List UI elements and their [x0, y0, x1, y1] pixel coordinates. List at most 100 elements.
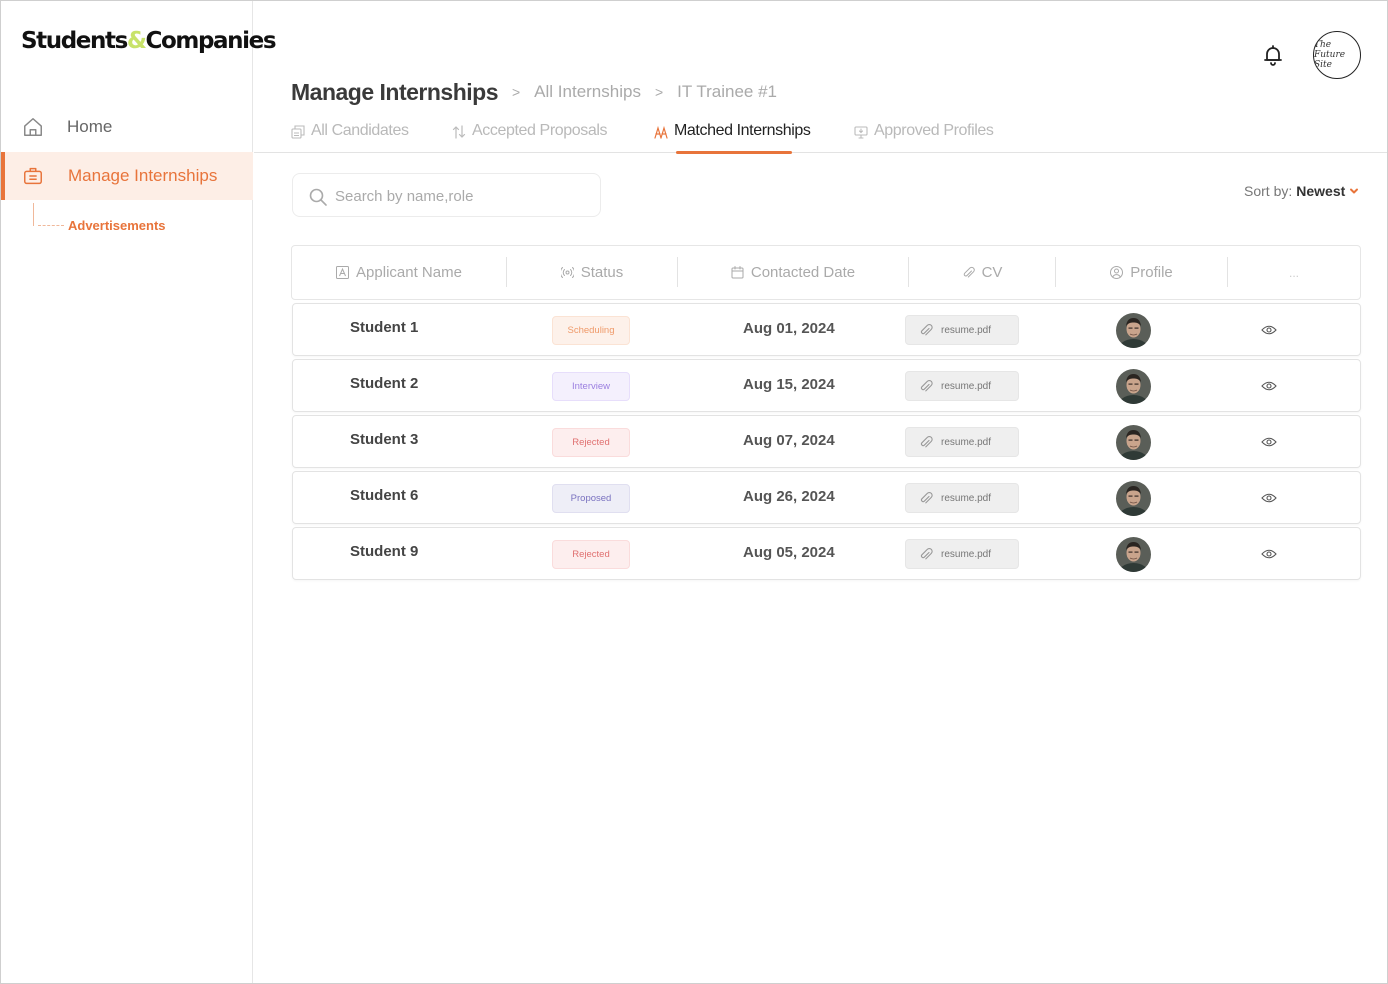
signal-icon: [560, 267, 574, 278]
column-header-profile[interactable]: Profile: [1056, 246, 1227, 299]
cv-file-name: resume.pdf: [941, 380, 992, 392]
company-avatar[interactable]: The Future Site: [1313, 31, 1361, 79]
sidebar: Students&Companies Home Manage Internshi…: [1, 1, 277, 983]
profile-avatar[interactable]: [1116, 313, 1151, 348]
sidebar-subitem-advertisements[interactable]: Advertisements: [33, 203, 233, 233]
sidebar-item-manage-internships[interactable]: Manage Internships: [1, 152, 253, 200]
home-icon: [24, 118, 42, 136]
match-icon: [654, 125, 668, 139]
chevron-down-icon: [1350, 188, 1359, 194]
cv-file-name: resume.pdf: [941, 324, 992, 336]
tab-label: All Candidates: [311, 122, 409, 139]
table-row[interactable]: Student 9 Rejected Aug 05, 2024 resume.p…: [292, 527, 1361, 580]
breadcrumb-separator: >: [654, 84, 664, 100]
status-badge: Rejected: [552, 428, 630, 457]
briefcase-icon: [24, 167, 42, 185]
cv-file-button[interactable]: resume.pdf: [905, 315, 1019, 345]
profile-avatar[interactable]: [1116, 425, 1151, 460]
column-header-status[interactable]: Status: [507, 246, 677, 299]
search-icon: [309, 188, 327, 206]
applicant-name[interactable]: Student 6: [350, 487, 418, 504]
paperclip-icon: [920, 548, 933, 560]
letter-a-icon: [336, 266, 350, 279]
profile-avatar[interactable]: [1116, 481, 1151, 516]
breadcrumb-separator: >: [511, 84, 521, 100]
table-header: Applicant Name Status Contacted Date CV …: [291, 245, 1361, 300]
column-label: ...: [1288, 265, 1299, 280]
cv-file-button[interactable]: resume.pdf: [905, 483, 1019, 513]
table-row[interactable]: Student 3 Rejected Aug 07, 2024 resume.p…: [292, 415, 1361, 468]
sort-value: Newest: [1296, 183, 1346, 199]
sidebar-subitem-label: Advertisements: [68, 218, 166, 233]
table-row[interactable]: Student 1 Scheduling Aug 01, 2024 resume…: [292, 303, 1361, 356]
table-row[interactable]: Student 6 Proposed Aug 26, 2024 resume.p…: [292, 471, 1361, 524]
breadcrumb: Manage Internships > All Internships > I…: [291, 76, 777, 108]
cv-file-button[interactable]: resume.pdf: [905, 371, 1019, 401]
applicant-name[interactable]: Student 3: [350, 431, 418, 448]
paperclip-icon: [920, 324, 933, 336]
eye-icon[interactable]: [1261, 492, 1277, 504]
sidebar-item-home[interactable]: Home: [1, 103, 253, 151]
app-logo[interactable]: Students&Companies: [21, 28, 277, 54]
paperclip-icon: [920, 492, 933, 504]
column-label: CV: [981, 264, 1003, 281]
sidebar-item-label: Manage Internships: [68, 166, 218, 185]
breadcrumb-it-trainee[interactable]: IT Trainee #1: [677, 82, 777, 102]
logo-text-companies: Companies: [145, 28, 277, 54]
tab-accepted-proposals[interactable]: Accepted Proposals: [452, 122, 608, 153]
logo-text-students: Students: [21, 28, 128, 54]
tab-label: Accepted Proposals: [472, 122, 608, 139]
eye-icon[interactable]: [1261, 436, 1277, 448]
tab-matched-internships[interactable]: Matched Internships: [654, 122, 811, 154]
tab-label: Matched Internships: [674, 122, 811, 139]
contacted-date: Aug 15, 2024: [743, 376, 835, 393]
sort-label: Sort by:: [1244, 183, 1293, 199]
column-label: Applicant Name: [356, 264, 462, 281]
sort-dropdown[interactable]: Sort by: Newest: [1244, 183, 1359, 199]
search-box: [292, 173, 601, 217]
tree-connector: [33, 203, 65, 226]
column-header-applicant-name[interactable]: Applicant Name: [292, 246, 506, 299]
user-circle-icon: [1110, 266, 1124, 279]
tab-approved-profiles[interactable]: Approved Profiles: [854, 122, 994, 153]
person-photo-icon: [1116, 425, 1151, 460]
paperclip-icon: [963, 266, 975, 278]
person-photo-icon: [1116, 481, 1151, 516]
breadcrumb-all-internships[interactable]: All Internships: [534, 82, 641, 102]
contacted-date: Aug 01, 2024: [743, 320, 835, 337]
column-label: Contacted Date: [750, 264, 856, 281]
contacted-date: Aug 05, 2024: [743, 544, 835, 561]
tab-label: Approved Profiles: [874, 122, 994, 139]
column-header-contacted-date[interactable]: Contacted Date: [678, 246, 908, 299]
status-badge: Rejected: [552, 540, 630, 569]
applicant-name[interactable]: Student 1: [350, 319, 418, 336]
company-logo-text: The Future Site: [1314, 40, 1346, 70]
page-title: Manage Internships: [291, 78, 498, 105]
profile-avatar[interactable]: [1116, 369, 1151, 404]
eye-icon[interactable]: [1261, 380, 1277, 392]
candidates-icon: [291, 125, 305, 139]
eye-icon[interactable]: [1261, 324, 1277, 336]
cv-file-name: resume.pdf: [941, 436, 992, 448]
profile-avatar[interactable]: [1116, 537, 1151, 572]
person-photo-icon: [1116, 537, 1151, 572]
bell-icon[interactable]: [1261, 43, 1285, 67]
applicant-name[interactable]: Student 2: [350, 375, 418, 392]
cv-file-button[interactable]: resume.pdf: [905, 427, 1019, 457]
status-badge: Proposed: [552, 484, 630, 513]
column-label: Profile: [1130, 264, 1173, 281]
tab-all-candidates[interactable]: All Candidates: [291, 122, 409, 153]
cv-file-button[interactable]: resume.pdf: [905, 539, 1019, 569]
column-header-actions[interactable]: ...: [1228, 246, 1360, 299]
eye-icon[interactable]: [1261, 548, 1277, 560]
calendar-icon: [731, 266, 744, 279]
cv-file-name: resume.pdf: [941, 548, 992, 560]
applicant-name[interactable]: Student 9: [350, 543, 418, 560]
contacted-date: Aug 26, 2024: [743, 488, 835, 505]
search-input[interactable]: [335, 184, 585, 208]
cv-file-name: resume.pdf: [941, 492, 992, 504]
person-photo-icon: [1116, 313, 1151, 348]
column-header-cv[interactable]: CV: [909, 246, 1055, 299]
table-row[interactable]: Student 2 Interview Aug 15, 2024 resume.…: [292, 359, 1361, 412]
status-badge: Interview: [552, 372, 630, 401]
